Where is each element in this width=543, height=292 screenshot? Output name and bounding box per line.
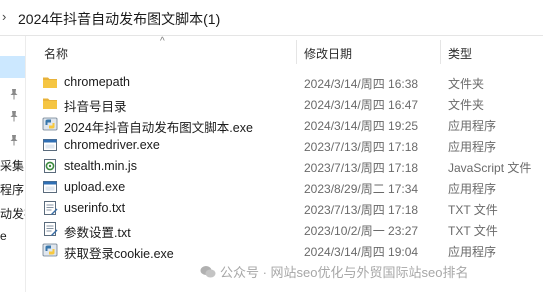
file-name[interactable]: 2024年抖音自动发布图文脚本.exe xyxy=(64,117,253,136)
file-date: 2023/8/29/周二 17:34 xyxy=(304,182,419,196)
pin-icon[interactable] xyxy=(9,110,19,122)
file-date: 2023/7/13/周四 17:18 xyxy=(304,161,419,175)
txt-file-icon xyxy=(44,222,58,236)
pin-icon[interactable] xyxy=(9,134,19,146)
file-name[interactable]: chromepath xyxy=(64,75,130,89)
file-name[interactable]: upload.exe xyxy=(64,180,125,194)
file-date: 2024/3/14/周四 19:25 xyxy=(304,119,419,133)
address-bar[interactable]: › 2024年抖音自动发布图文脚本(1) xyxy=(0,0,543,36)
nav-selected-item[interactable] xyxy=(0,56,25,78)
exe-window-icon xyxy=(43,181,57,193)
nav-item-label[interactable]: 采集 xyxy=(0,157,24,174)
file-type: 应用程序 xyxy=(448,245,497,259)
column-type[interactable]: 类型 xyxy=(448,45,472,62)
file-type: TXT 文件 xyxy=(448,203,498,217)
file-row[interactable]: 抖音号目录 2024/3/14/周四 16:47 文件夹 xyxy=(26,93,543,114)
file-date: 2024/3/14/周四 16:38 xyxy=(304,77,419,91)
wechat-icon xyxy=(200,265,216,277)
txt-file-icon xyxy=(44,201,58,215)
column-divider[interactable] xyxy=(296,40,297,64)
file-type: 文件夹 xyxy=(448,77,485,91)
file-date: 2023/7/13/周四 17:18 xyxy=(304,203,419,217)
file-name[interactable]: 参数设置.txt xyxy=(64,222,131,241)
file-date: 2024/3/14/周四 19:04 xyxy=(304,245,419,259)
navigation-pane: 采集 程序 动发布 e xyxy=(0,36,26,292)
folder-icon xyxy=(43,98,57,109)
file-type: 应用程序 xyxy=(448,140,497,154)
file-type: JavaScript 文件 xyxy=(448,161,532,175)
file-row[interactable]: 获取登录cookie.exe 2024/3/14/周四 19:04 应用程序 xyxy=(26,240,543,261)
nav-item-label[interactable]: 程序 xyxy=(0,181,24,198)
file-type: 文件夹 xyxy=(448,98,485,112)
file-row[interactable]: 2024年抖音自动发布图文脚本.exe 2024/3/14/周四 19:25 应… xyxy=(26,114,543,135)
breadcrumb-current-folder[interactable]: 2024年抖音自动发布图文脚本(1) xyxy=(18,9,220,29)
file-name[interactable]: stealth.min.js xyxy=(64,159,137,173)
file-row[interactable]: chromedriver.exe 2023/7/13/周四 17:18 应用程序 xyxy=(26,135,543,156)
file-name[interactable]: 抖音号目录 xyxy=(64,96,127,115)
nav-item-label[interactable]: e xyxy=(0,229,7,243)
column-header: ^ 名称 修改日期 类型 xyxy=(26,36,543,66)
file-row[interactable]: 参数设置.txt 2023/10/2/周一 23:27 TXT 文件 xyxy=(26,219,543,240)
column-divider[interactable] xyxy=(440,40,441,64)
python-exe-icon xyxy=(42,243,58,257)
folder-icon xyxy=(43,77,57,88)
file-type: TXT 文件 xyxy=(448,224,498,238)
file-date: 2024/3/14/周四 16:47 xyxy=(304,98,419,112)
file-date: 2023/10/2/周一 23:27 xyxy=(304,224,419,238)
file-row[interactable]: stealth.min.js 2023/7/13/周四 17:18 JavaSc… xyxy=(26,156,543,177)
column-date-modified[interactable]: 修改日期 xyxy=(304,45,352,62)
file-name[interactable]: chromedriver.exe xyxy=(64,138,160,152)
js-file-icon xyxy=(44,159,56,173)
nav-item-label[interactable]: 动发布 xyxy=(0,205,25,222)
file-date: 2023/7/13/周四 17:18 xyxy=(304,140,419,154)
sort-ascending-icon: ^ xyxy=(160,36,165,47)
file-name[interactable]: userinfo.txt xyxy=(64,201,125,215)
file-name[interactable]: 获取登录cookie.exe xyxy=(64,243,174,262)
column-name[interactable]: 名称 xyxy=(44,45,68,62)
file-type: 应用程序 xyxy=(448,182,497,196)
python-exe-icon xyxy=(42,117,58,131)
watermark: 公众号 · 网站seo优化与外贸国际站seo排名 xyxy=(200,262,468,281)
file-row[interactable]: upload.exe 2023/8/29/周二 17:34 应用程序 xyxy=(26,177,543,198)
file-row[interactable]: chromepath 2024/3/14/周四 16:38 文件夹 xyxy=(26,72,543,93)
file-type: 应用程序 xyxy=(448,119,497,133)
exe-window-icon xyxy=(43,139,57,151)
breadcrumb-chevron-icon[interactable]: › xyxy=(2,9,6,24)
file-row[interactable]: userinfo.txt 2023/7/13/周四 17:18 TXT 文件 xyxy=(26,198,543,219)
pin-icon[interactable] xyxy=(9,88,19,100)
watermark-text: 公众号 · 网站seo优化与外贸国际站seo排名 xyxy=(220,265,469,280)
